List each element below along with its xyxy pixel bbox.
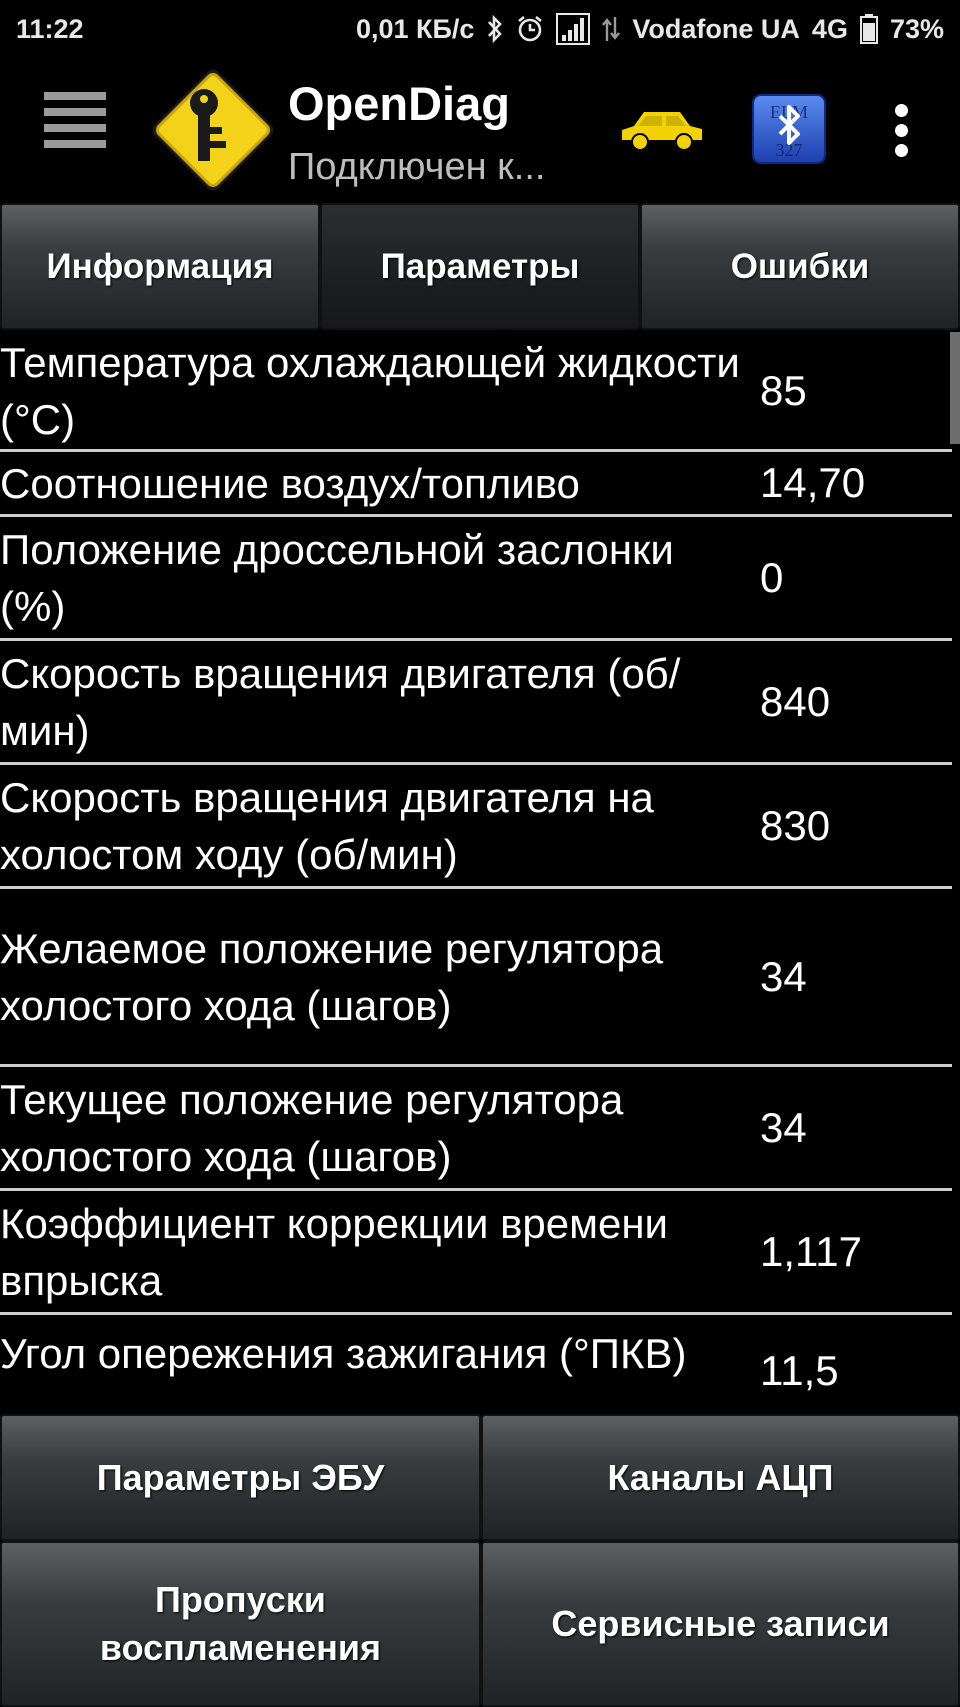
list-item[interactable]: Текущее положение регулятора холостого х… [0,1067,952,1191]
ecu-params-button[interactable]: Параметры ЭБУ [0,1414,481,1541]
parameter-value: 1,117 [760,1227,862,1275]
tab-errors[interactable]: Ошибки [640,203,960,330]
bluetooth-icon [486,15,504,43]
signal-icon [556,13,591,45]
list-item[interactable]: Угол опережения зажигания (°ПКВ) 11,5 [0,1315,952,1412]
tab-label: Информация [46,246,274,286]
parameter-label: Коэффициент коррекции времени впрыска [0,1199,669,1304]
overflow-menu-icon[interactable] [880,102,924,162]
parameter-value: 14,70 [760,459,866,506]
parameter-label: Температура охлаждающей жидкости (°C) [0,338,740,443]
app-bar: OpenDiag Подключен к... ELM 327 [0,58,960,200]
alarm-icon [516,15,544,43]
parameter-value: 85 [760,366,807,414]
tab-label: Ошибки [730,246,870,286]
car-icon[interactable] [616,106,706,152]
parameter-list[interactable]: Температура охлаждающей жидкости (°C) 85… [0,332,960,1412]
button-label: Каналы АЦП [607,1456,834,1498]
tab-information[interactable]: Информация [0,203,320,330]
status-bar: 11:22 0,01 КБ/с Vodafone UA 4G 73% [0,0,960,58]
parameter-label: Скорость вращения двигателя (об/мин) [0,649,681,754]
parameter-label: Текущее положение регулятора холостого х… [0,1075,624,1180]
parameter-value: 840 [760,677,831,725]
parameter-value: 34 [760,1103,807,1151]
button-label: Параметры ЭБУ [96,1456,385,1498]
list-scrollbar[interactable] [950,332,960,444]
parameter-value: 830 [760,801,831,849]
service-records-button[interactable]: Сервисные записи [481,1541,960,1707]
list-item[interactable]: Соотношение воздух/топливо 14,70 [0,452,952,517]
battery-percent: 73% [889,13,944,44]
tab-parameters[interactable]: Параметры [320,203,640,330]
parameter-value: 11,5 [760,1347,839,1394]
button-label: Сервисные записи [551,1603,890,1644]
tab-label: Параметры [380,246,580,286]
status-time: 11:22 [16,13,84,44]
app-screen: 11:22 0,01 КБ/с Vodafone UA 4G 73% OpenD… [0,0,960,1707]
parameter-label: Положение дроссельной заслонки (%) [0,525,674,630]
status-indicators: 0,01 КБ/с Vodafone UA 4G 73% [356,13,944,45]
parameter-value: 34 [760,952,807,1000]
data-arrows-icon [602,15,621,43]
parameter-value: 0 [760,553,784,601]
adc-channels-button[interactable]: Каналы АЦП [481,1414,960,1541]
misfires-button[interactable]: Пропуски воспламенения [0,1541,481,1707]
list-item[interactable]: Положение дроссельной заслонки (%) 0 [0,517,952,641]
parameter-label: Угол опережения зажигания (°ПКВ) [0,1330,687,1377]
network-type: 4G [811,13,848,44]
parameter-label: Желаемое положение регулятора холостого … [0,924,664,1029]
app-title: OpenDiag [288,77,510,130]
parameter-label: Соотношение воздух/топливо [0,459,580,507]
list-item[interactable]: Скорость вращения двигателя на холостом … [0,765,952,889]
parameter-label: Скорость вращения двигателя на холостом … [0,773,654,878]
list-item[interactable]: Температура охлаждающей жидкости (°C) 85 [0,332,952,452]
list-item[interactable]: Скорость вращения двигателя (об/мин) 840 [0,641,952,765]
bluetooth-elm327-icon[interactable]: ELM 327 [752,94,826,164]
connection-status: Подключен к... [288,146,546,188]
menu-icon[interactable] [40,84,110,164]
network-speed: 0,01 КБ/с [355,13,475,44]
button-label: Пропуски воспламенения [99,1579,382,1668]
battery-icon [859,14,878,44]
list-item[interactable]: Желаемое положение регулятора холостого … [0,889,952,1067]
app-logo [146,63,280,197]
carrier-name: Vodafone UA [632,13,800,44]
list-item[interactable]: Коэффициент коррекции времени впрыска 1,… [0,1191,952,1315]
